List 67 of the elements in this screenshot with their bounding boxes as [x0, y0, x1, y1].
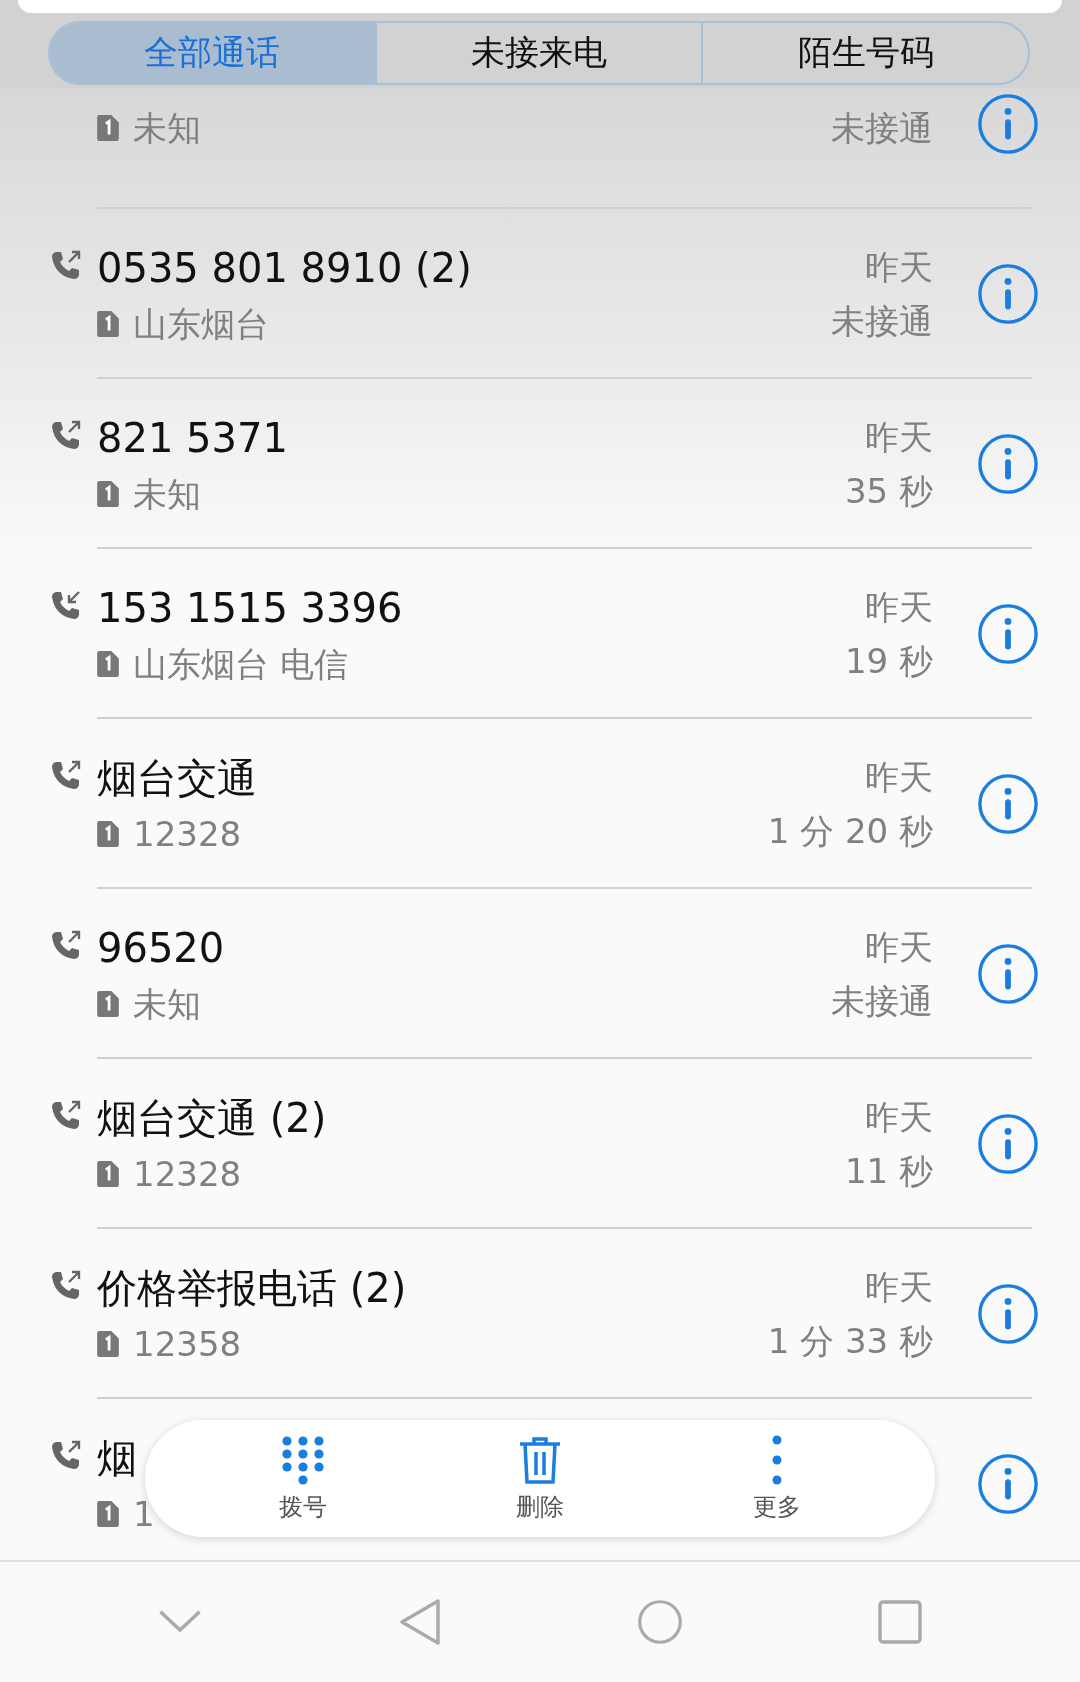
caller-location: 未知: [133, 983, 201, 1026]
sim-card-icon: [97, 311, 119, 337]
call-duration: 1 分 33 秒: [767, 1320, 933, 1363]
info-icon[interactable]: [977, 263, 1039, 325]
caller-name: 821 5371: [97, 414, 288, 463]
caller-name: 烟台交通: [97, 754, 257, 803]
toolbar-button[interactable]: 删除: [480, 1420, 600, 1537]
caller-name: 153 1515 3396: [97, 584, 403, 633]
outgoing-call-icon: [50, 419, 82, 451]
caller-location: 12358: [133, 1323, 242, 1366]
filter-tab[interactable]: 未接来电: [374, 23, 702, 83]
call-date: 昨天: [865, 926, 933, 969]
sim-card-icon: [97, 651, 119, 677]
caller-name: 烟: [97, 1434, 137, 1483]
call-duration: 1 分 20 秒: [767, 810, 933, 853]
info-icon[interactable]: [977, 1283, 1039, 1345]
call-duration: 35 秒: [844, 470, 933, 513]
caller-location: 12328: [133, 813, 242, 856]
sim-card-icon: [97, 1161, 119, 1187]
call-duration: 未接通: [831, 980, 933, 1023]
filter-tab[interactable]: 陌生号码: [701, 23, 1028, 83]
caller-location: 12328: [133, 1153, 242, 1196]
call-date: 昨天: [865, 416, 933, 459]
outgoing-call-icon: [50, 929, 82, 961]
call-date: 昨天: [865, 1266, 933, 1309]
home-icon[interactable]: [637, 1598, 683, 1646]
sim-card-icon: [97, 821, 119, 847]
outgoing-call-icon: [50, 1269, 82, 1301]
call-duration: 19 秒: [844, 640, 933, 683]
recents-icon[interactable]: [877, 1598, 923, 1646]
info-icon[interactable]: [977, 93, 1039, 155]
caller-location: 未知: [133, 473, 201, 516]
call-duration: 未接通: [831, 107, 933, 150]
caller-name: 96520: [97, 924, 225, 973]
call-duration: 11 秒: [844, 1150, 933, 1193]
caller-name: 价格举报电话 (2): [97, 1264, 407, 1313]
call-date: 昨天: [865, 756, 933, 799]
info-icon[interactable]: [977, 603, 1039, 665]
more-icon: [771, 1434, 782, 1485]
info-icon[interactable]: [977, 943, 1039, 1005]
outgoing-call-icon: [50, 759, 82, 791]
sim-card-icon: [97, 115, 119, 141]
caller-name: 烟台交通 (2): [97, 1094, 327, 1143]
info-icon[interactable]: [977, 773, 1039, 835]
call-duration: 未接通: [831, 300, 933, 343]
info-icon[interactable]: [977, 1113, 1039, 1175]
caller-location: 山东烟台: [133, 303, 269, 346]
info-icon[interactable]: [977, 1453, 1039, 1515]
toolbar-button[interactable]: 拨号: [243, 1420, 364, 1537]
sim-card-icon: [97, 1331, 119, 1357]
caller-name: 0535 801 8910 (2): [97, 244, 472, 293]
caller-location: 山东烟台 电信: [133, 643, 348, 686]
sim-card-icon: [97, 481, 119, 507]
sim-card-icon: [97, 991, 119, 1017]
outgoing-call-icon: [50, 1099, 82, 1131]
call-date: 昨天: [865, 246, 933, 289]
caller-location: 1: [133, 1493, 155, 1536]
incoming-call-icon: [50, 589, 82, 621]
outgoing-call-icon: [50, 249, 82, 281]
outgoing-call-icon: [50, 1439, 82, 1471]
call-date: 昨天: [865, 586, 933, 629]
info-icon[interactable]: [977, 433, 1039, 495]
back-icon[interactable]: [397, 1598, 443, 1646]
caller-location: 未知: [133, 107, 201, 150]
call-date: 昨天: [865, 1096, 933, 1139]
toolbar-button[interactable]: 更多: [716, 1420, 837, 1537]
sim-card-icon: [97, 1501, 119, 1527]
